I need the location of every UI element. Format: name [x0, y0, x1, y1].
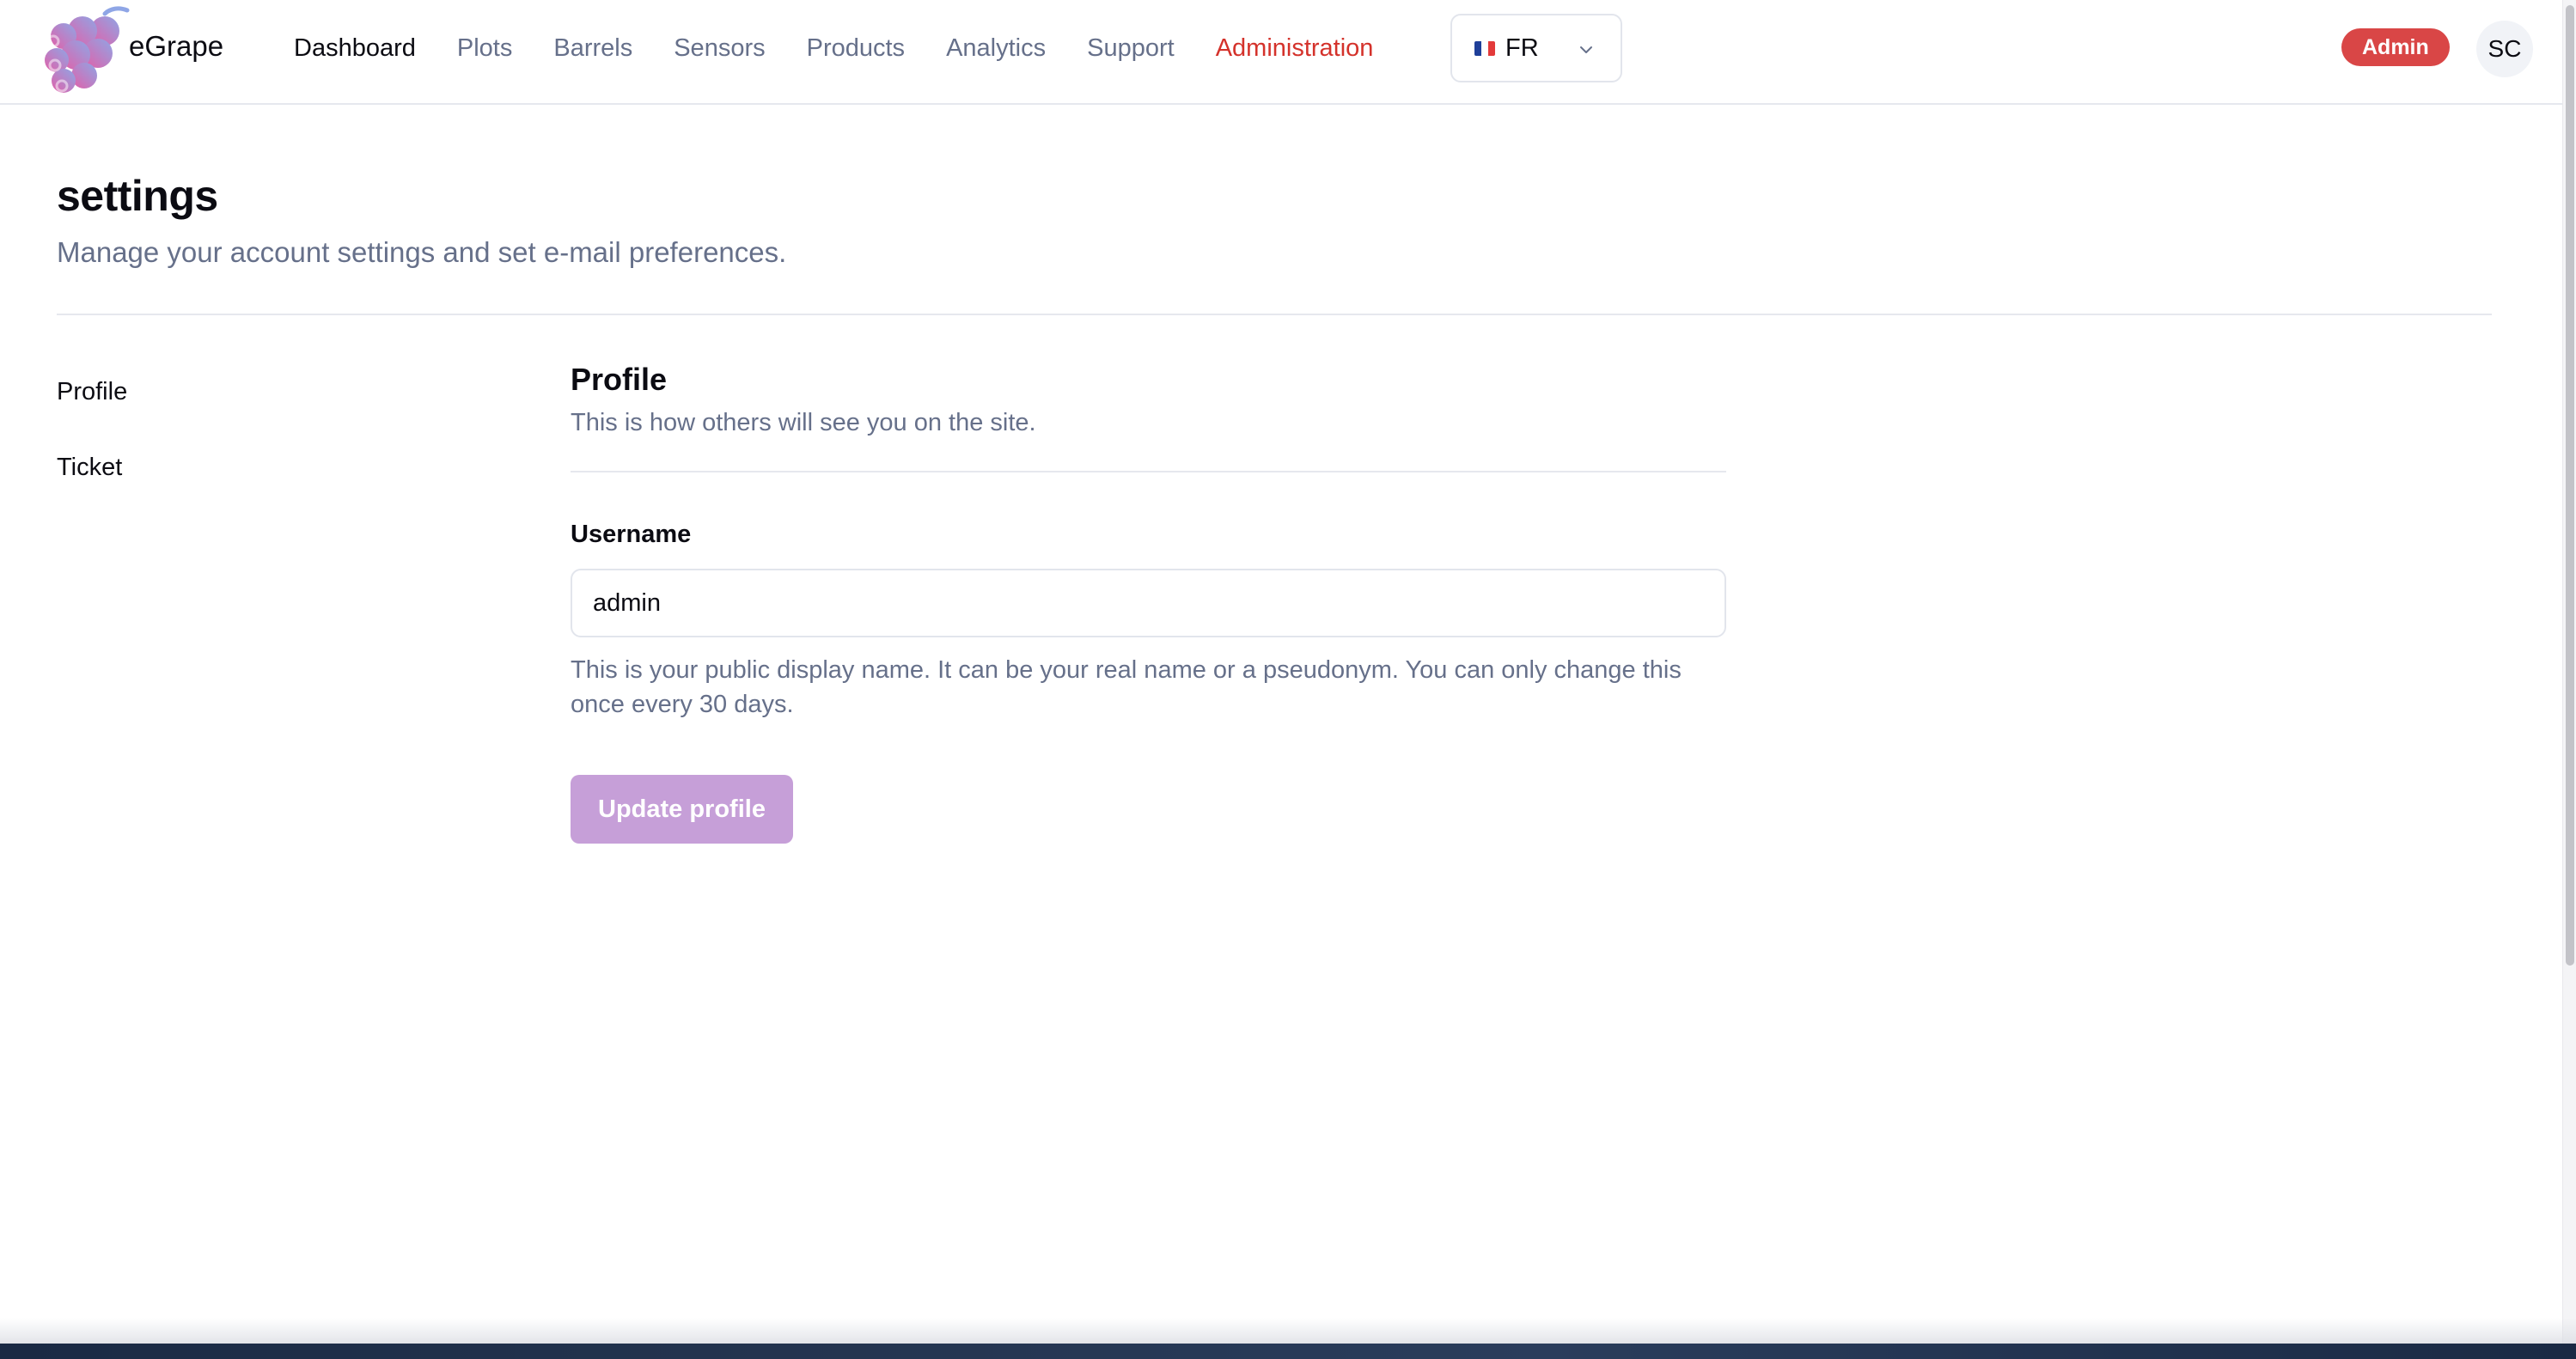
- nav-dashboard[interactable]: Dashboard: [294, 31, 416, 65]
- username-help-text: This is your public display name. It can…: [571, 656, 1682, 718]
- profile-section-title: Profile: [571, 362, 668, 397]
- nav-support[interactable]: Support: [1087, 31, 1175, 65]
- nav-analytics[interactable]: Analytics: [946, 31, 1046, 65]
- desktop-dock-strip: [0, 1344, 2576, 1359]
- chevron-down-icon: [1580, 46, 1592, 53]
- scrollbar-thumb[interactable]: [2566, 5, 2574, 966]
- update-profile-button[interactable]: Update profile: [571, 775, 793, 844]
- nav-sensors[interactable]: Sensors: [674, 31, 765, 65]
- role-badge: Admin: [2341, 28, 2450, 66]
- side-nav-profile[interactable]: Profile: [57, 375, 127, 409]
- settings-side-nav: Profile Ticket: [57, 375, 127, 526]
- page-subtitle: Manage your account settings and set e-m…: [57, 236, 787, 268]
- nav-plots[interactable]: Plots: [457, 31, 512, 65]
- side-nav-ticket[interactable]: Ticket: [57, 450, 127, 484]
- profile-section: Profile This is how others will see you …: [571, 361, 1726, 844]
- language-select[interactable]: FR: [1450, 14, 1622, 82]
- nav-barrels[interactable]: Barrels: [553, 31, 632, 65]
- section-divider: [571, 471, 1726, 472]
- nav-administration[interactable]: Administration: [1216, 31, 1374, 65]
- page-divider: [57, 314, 2492, 315]
- app-window: eGrape Dashboard Plots Barrels Sensors P…: [0, 0, 2576, 1359]
- main-nav: Dashboard Plots Barrels Sensors Products…: [294, 31, 1373, 65]
- nav-products[interactable]: Products: [807, 31, 905, 65]
- page-scrollbar[interactable]: [2562, 0, 2576, 1344]
- user-avatar[interactable]: SC: [2476, 21, 2533, 77]
- page-title: settings: [57, 172, 218, 220]
- window-bottom-shadow: [0, 1318, 2576, 1344]
- brand-name[interactable]: eGrape: [129, 29, 223, 64]
- egrape-logo-icon[interactable]: [38, 5, 132, 94]
- username-input[interactable]: [571, 569, 1726, 637]
- top-navbar: eGrape Dashboard Plots Barrels Sensors P…: [0, 0, 2562, 105]
- france-flag-icon: [1474, 40, 1495, 56]
- language-value: FR: [1505, 34, 1539, 62]
- profile-section-description: This is how others will see you on the s…: [571, 409, 1036, 436]
- username-label: Username: [571, 521, 692, 548]
